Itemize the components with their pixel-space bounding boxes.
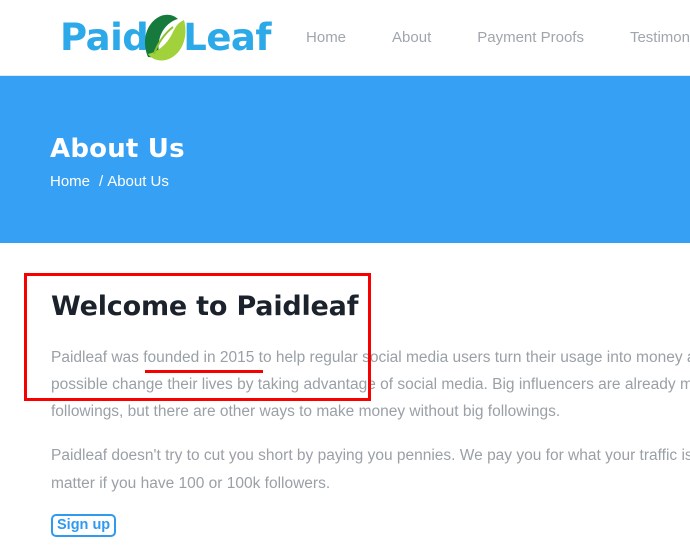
page-title: About Us bbox=[50, 134, 185, 164]
breadcrumb-item-current: About Us bbox=[107, 172, 169, 190]
logo-text-leaf: Leaf bbox=[183, 16, 272, 59]
content-column: Welcome to Paidleaf Paidleaf was founded… bbox=[0, 243, 690, 538]
main-nav: Home About Payment Proofs Testimonials bbox=[306, 23, 690, 52]
site-logo[interactable]: Paid Leaf bbox=[60, 10, 272, 66]
about-paragraph-1: Paidleaf was founded in 2015 to help reg… bbox=[51, 344, 690, 425]
breadcrumb-separator: / bbox=[99, 172, 104, 190]
main-content: Welcome to Paidleaf Paidleaf was founded… bbox=[0, 243, 690, 538]
site-header: Paid Leaf Home About Payment Proofs Test… bbox=[0, 0, 690, 76]
nav-item-payment-proofs[interactable]: Payment Proofs bbox=[477, 23, 584, 52]
paragraph-line: Paidleaf was founded in 2015 to help reg… bbox=[51, 349, 690, 367]
breadcrumb-item-home[interactable]: Home bbox=[50, 173, 90, 190]
leaf-icon bbox=[140, 10, 192, 66]
about-paragraph-2: Paidleaf doesn't try to cut you short by… bbox=[51, 442, 690, 496]
logo-text-paid: Paid bbox=[60, 16, 149, 59]
page-banner: About Us Home / About Us bbox=[0, 76, 690, 243]
paragraph-line: followings, but there are other ways to … bbox=[51, 403, 561, 421]
breadcrumb: Home / About Us bbox=[50, 173, 185, 190]
paragraph-line: matter if you have 100 or 100k followers… bbox=[51, 474, 331, 492]
paragraph-line: Paidleaf doesn't try to cut you short by… bbox=[51, 447, 690, 465]
page-root: Paid Leaf Home About Payment Proofs Test… bbox=[0, 0, 690, 550]
paragraph-line: possible change their lives by taking ad… bbox=[51, 376, 690, 394]
sign-up-link[interactable]: Sign up bbox=[51, 513, 117, 538]
signup-container: Sign up bbox=[51, 513, 690, 538]
banner-content: About Us Home / About Us bbox=[50, 135, 185, 190]
welcome-heading: Welcome to Paidleaf bbox=[51, 291, 359, 322]
nav-item-home[interactable]: Home bbox=[306, 23, 346, 52]
nav-item-about[interactable]: About bbox=[392, 23, 431, 52]
nav-item-testimonials[interactable]: Testimonials bbox=[630, 23, 690, 52]
